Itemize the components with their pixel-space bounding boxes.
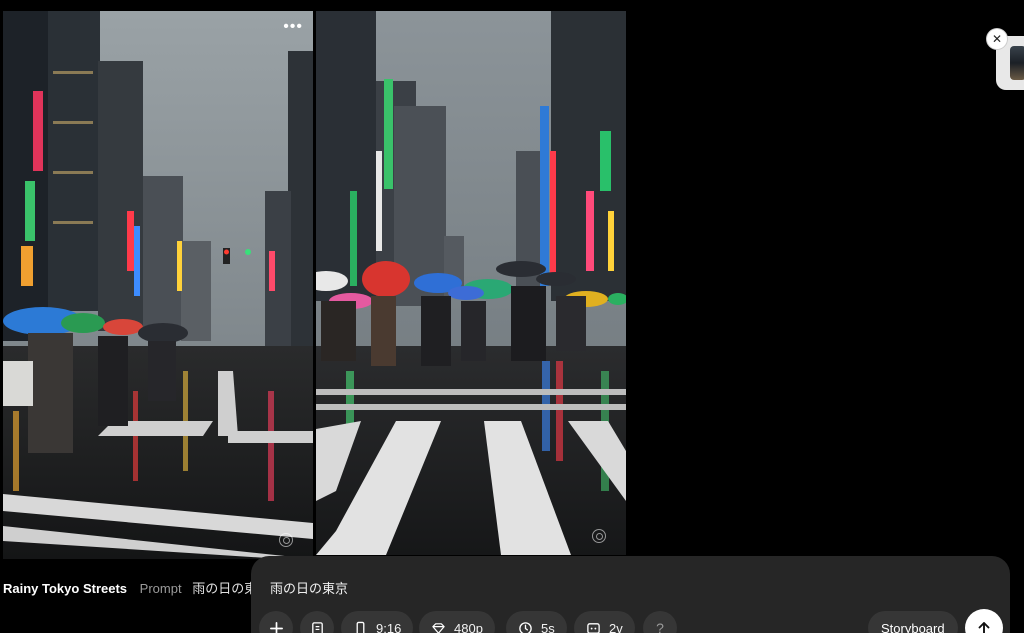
help-button[interactable]: ?	[643, 611, 677, 633]
video-frame-left	[3, 11, 313, 559]
plus-icon	[269, 621, 283, 633]
prompt-input[interactable]: 雨の日の東京	[270, 578, 348, 597]
clock-icon	[519, 621, 532, 633]
duration-label: 5s	[541, 620, 555, 633]
close-icon[interactable]: ✕	[987, 29, 1007, 49]
video-tile-right[interactable]	[316, 11, 626, 555]
variations-icon	[587, 622, 600, 633]
more-options-icon[interactable]: •••	[283, 19, 303, 35]
video-tile-left[interactable]: •••	[3, 11, 313, 559]
thumbnail-image	[1010, 46, 1024, 80]
resolution-label: 480p	[454, 620, 483, 633]
presets-button[interactable]	[300, 611, 334, 633]
prompt-composer: 雨の日の東京 9:16 480p 5s 2v ? Storyboard	[251, 556, 1010, 633]
duration-button[interactable]: 5s	[506, 611, 567, 633]
phone-icon	[356, 621, 365, 633]
prompt-text: 雨の日の東	[192, 581, 258, 596]
aspect-ratio-label: 9:16	[376, 620, 402, 633]
watermark-icon	[279, 533, 293, 547]
variations-button[interactable]: 2v	[574, 611, 635, 633]
document-icon	[311, 621, 323, 633]
diamond-icon	[432, 622, 445, 633]
arrow-up-icon	[978, 622, 990, 633]
video-title: Rainy Tokyo Streets	[3, 581, 128, 596]
watermark-icon	[592, 529, 606, 543]
video-caption: Rainy Tokyo Streets Prompt 雨の日の東	[3, 578, 257, 597]
aspect-ratio-button[interactable]: 9:16	[341, 611, 414, 633]
video-frame-right	[316, 11, 626, 555]
storyboard-button[interactable]: Storyboard	[868, 611, 958, 633]
resolution-button[interactable]: 480p	[419, 611, 495, 633]
prompt-label: Prompt	[139, 581, 182, 596]
send-button[interactable]	[965, 609, 1003, 633]
variations-label: 2v	[609, 620, 623, 633]
add-button[interactable]	[259, 611, 293, 633]
